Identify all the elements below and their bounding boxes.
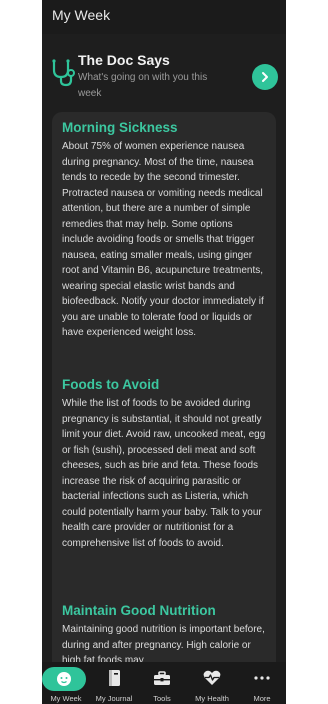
bottom-nav: My Week My Journal Tools My Health More <box>42 662 286 704</box>
journal-icon <box>109 670 120 686</box>
stethoscope-icon <box>52 59 75 87</box>
nav-item-more[interactable]: More <box>238 662 286 704</box>
doc-says-banner[interactable]: The Doc Says What's going on with you th… <box>42 42 286 102</box>
doc-says-title: The Doc Says <box>78 52 170 68</box>
section-body: About 75% of women experience nausea dur… <box>62 141 264 338</box>
chevron-right-icon <box>262 72 268 82</box>
page-title: My Week <box>52 7 111 23</box>
doc-says-subtitle: What's going on with you this week <box>78 72 208 99</box>
section-body: While the list of foods to be avoided du… <box>62 398 266 549</box>
more-dots-icon <box>254 676 270 680</box>
app-screen: My Week The Doc Says What's going on wit… <box>42 0 286 704</box>
app-header: My Week <box>42 0 286 34</box>
baby-face-icon <box>57 672 71 686</box>
nav-item-my-journal[interactable]: My Journal <box>90 662 138 704</box>
doc-says-arrow-button[interactable] <box>252 64 278 90</box>
nav-item-tools[interactable]: Tools <box>138 662 186 704</box>
article-section: Foods to Avoid While the list of foods t… <box>62 377 267 551</box>
section-heading: Morning Sickness <box>62 120 178 135</box>
nav-item-my-health[interactable]: My Health <box>188 662 236 704</box>
nav-item-my-week[interactable]: My Week <box>42 662 90 704</box>
heart-pulse-icon <box>203 670 221 685</box>
article-section: Maintain Good Nutrition Maintaining good… <box>62 603 267 669</box>
nav-label: More <box>253 694 271 703</box>
article-card: Morning Sickness About 75% of women expe… <box>52 112 276 692</box>
toolbox-icon <box>154 671 170 685</box>
section-heading: Maintain Good Nutrition <box>62 603 216 618</box>
article-section: Morning Sickness About 75% of women expe… <box>62 120 267 341</box>
section-heading: Foods to Avoid <box>62 377 160 392</box>
